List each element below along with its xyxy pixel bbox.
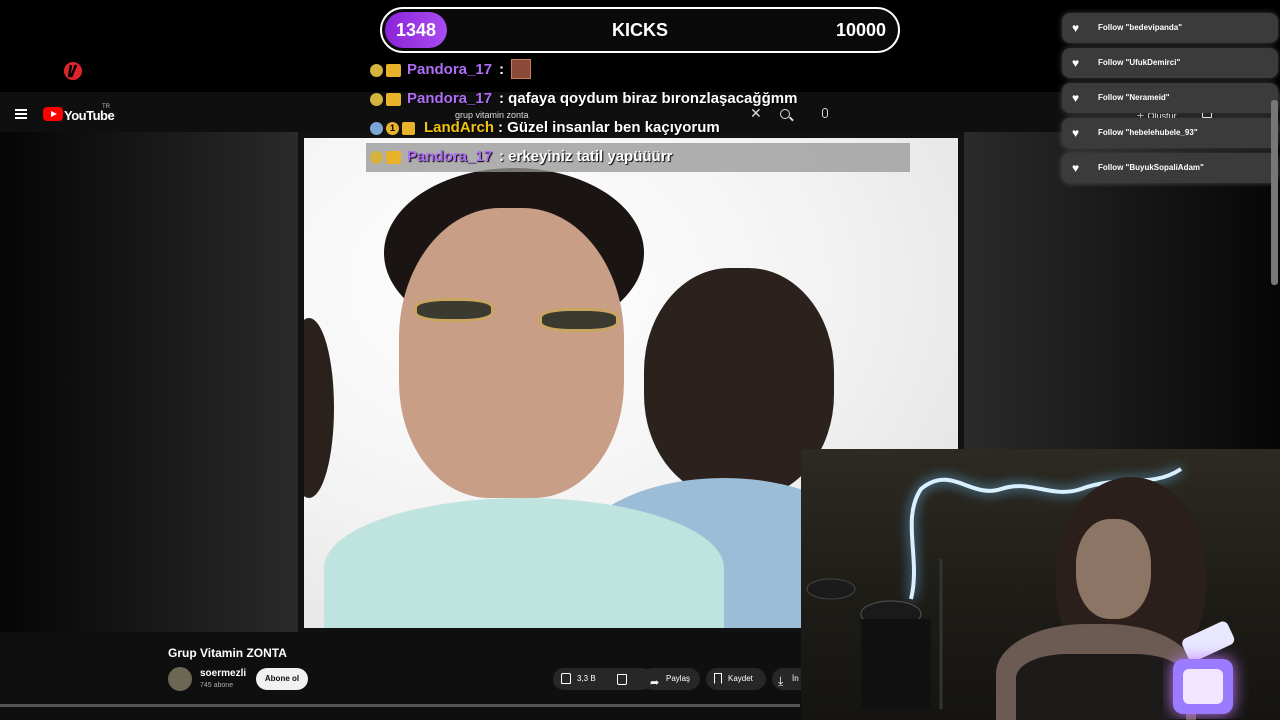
chat-username: Pandora_17 xyxy=(407,148,493,165)
like-dislike-group: 3,3 B xyxy=(553,668,653,690)
follow-alert-text: Follow "hebelehubele_93" xyxy=(1098,128,1198,137)
emoji-badge-icon xyxy=(370,151,383,164)
heart-icon: ♥ xyxy=(1072,161,1080,175)
microphone-icon xyxy=(1173,621,1235,714)
download-icon: ⤓ xyxy=(778,674,784,688)
heart-icon: ♥ xyxy=(1072,21,1080,35)
subscriber-count: 745 abone xyxy=(200,682,234,689)
follow-alert: ♥ Follow "hebelehubele_93" xyxy=(1062,118,1278,148)
chat-message: Pandora_17 : qafaya qoydum biraz bıronzl… xyxy=(366,85,910,114)
thumbs-up-icon[interactable] xyxy=(561,673,571,684)
side-person-hair xyxy=(304,318,334,498)
chat-message: 1 LandArch : Güzel insanlar ben kaçıyoru… xyxy=(366,114,910,143)
emoji-badge-icon xyxy=(370,93,383,106)
chat-text: : qafaya qoydum biraz bıronzlaşacağğmm xyxy=(499,90,798,107)
save-button[interactable]: Kaydet xyxy=(706,668,766,690)
heart-icon: ♥ xyxy=(1072,126,1080,140)
chat-message: Pandora_17 : xyxy=(366,56,910,85)
page-scrollbar[interactable] xyxy=(1271,100,1278,285)
bookmark-icon xyxy=(714,673,722,684)
chat-overlay: Pandora_17 : Pandora_17 : qafaya qoydum … xyxy=(366,56,910,172)
follow-alert: ♥ Follow "Nerameid" xyxy=(1062,83,1278,113)
follow-alert-text: Follow "BuyukSopaliAdam" xyxy=(1098,163,1204,172)
heart-icon: ♥ xyxy=(1072,56,1080,70)
follow-alert: ♥ Follow "BuyukSopaliAdam" xyxy=(1062,153,1278,183)
kicks-goal-count: 10000 xyxy=(835,20,886,40)
streamer-face xyxy=(1076,519,1151,619)
hamburger-menu-icon[interactable] xyxy=(15,109,27,119)
sunglasses-right-lens xyxy=(539,308,619,332)
streamer-top xyxy=(1016,654,1186,720)
thumbs-down-icon[interactable] xyxy=(617,674,627,685)
region-code: TR xyxy=(102,104,110,110)
kicks-label: KICKS xyxy=(611,20,668,40)
kick-logo-icon xyxy=(64,62,82,80)
crown-badge-icon xyxy=(402,122,415,135)
man-face xyxy=(399,208,624,498)
drum-kit xyxy=(806,559,943,709)
channel-avatar[interactable] xyxy=(168,667,192,691)
page-left-background xyxy=(0,132,298,632)
crown-badge-icon xyxy=(386,64,401,77)
follow-alert-text: Follow "Nerameid" xyxy=(1098,93,1170,102)
channel-name[interactable]: soermezli xyxy=(200,668,246,679)
sunglasses-left-lens xyxy=(414,298,494,322)
video-title: Grup Vitamin ZONTA xyxy=(168,646,287,660)
chat-text: : xyxy=(499,61,504,78)
save-label: Kaydet xyxy=(728,674,753,683)
crown-badge-icon xyxy=(386,93,401,106)
share-icon: ➦ xyxy=(650,677,660,689)
share-label: Paylaş xyxy=(666,674,691,683)
share-button[interactable]: ➦ Paylaş xyxy=(642,668,700,690)
page-bottom-divider xyxy=(0,704,800,707)
chat-username: Pandora_17 xyxy=(407,61,493,78)
chat-message-highlighted: Pandora_17 : erkeyiniz tatil yapüüürr xyxy=(366,143,910,172)
chat-text: : Güzel insanlar ben kaçıyorum xyxy=(498,119,720,136)
chat-username: LandArch xyxy=(424,119,495,136)
chat-text: : erkeyiniz tatil yapüüürr xyxy=(499,148,673,165)
meme-emote-icon xyxy=(511,59,531,79)
crown-badge-icon xyxy=(386,151,401,164)
youtube-logo-icon[interactable] xyxy=(43,107,63,121)
man-shirt xyxy=(324,498,724,628)
heart-icon: ♥ xyxy=(1072,91,1080,105)
chat-username: Pandora_17 xyxy=(407,90,493,107)
follow-alert-text: Follow "UfukDemirci" xyxy=(1098,58,1181,67)
emoji-badge-icon xyxy=(370,122,383,135)
follow-alert: ♥ Follow "bedevipanda" xyxy=(1062,13,1278,43)
like-count[interactable]: 3,3 B xyxy=(577,668,596,690)
streamer-webcam xyxy=(801,449,1280,720)
download-label: İn xyxy=(792,674,799,683)
follow-alert-text: Follow "bedevipanda" xyxy=(1098,23,1183,32)
follow-alert: ♥ Follow "UfukDemirci" xyxy=(1062,48,1278,78)
one-badge-icon: 1 xyxy=(386,122,399,135)
youtube-wordmark[interactable]: YouTube xyxy=(64,108,115,123)
kicks-goal-bar: 1348 KICKS 10000 xyxy=(380,7,900,53)
emoji-badge-icon xyxy=(370,64,383,77)
subscribe-button[interactable]: Abone ol xyxy=(256,668,308,690)
